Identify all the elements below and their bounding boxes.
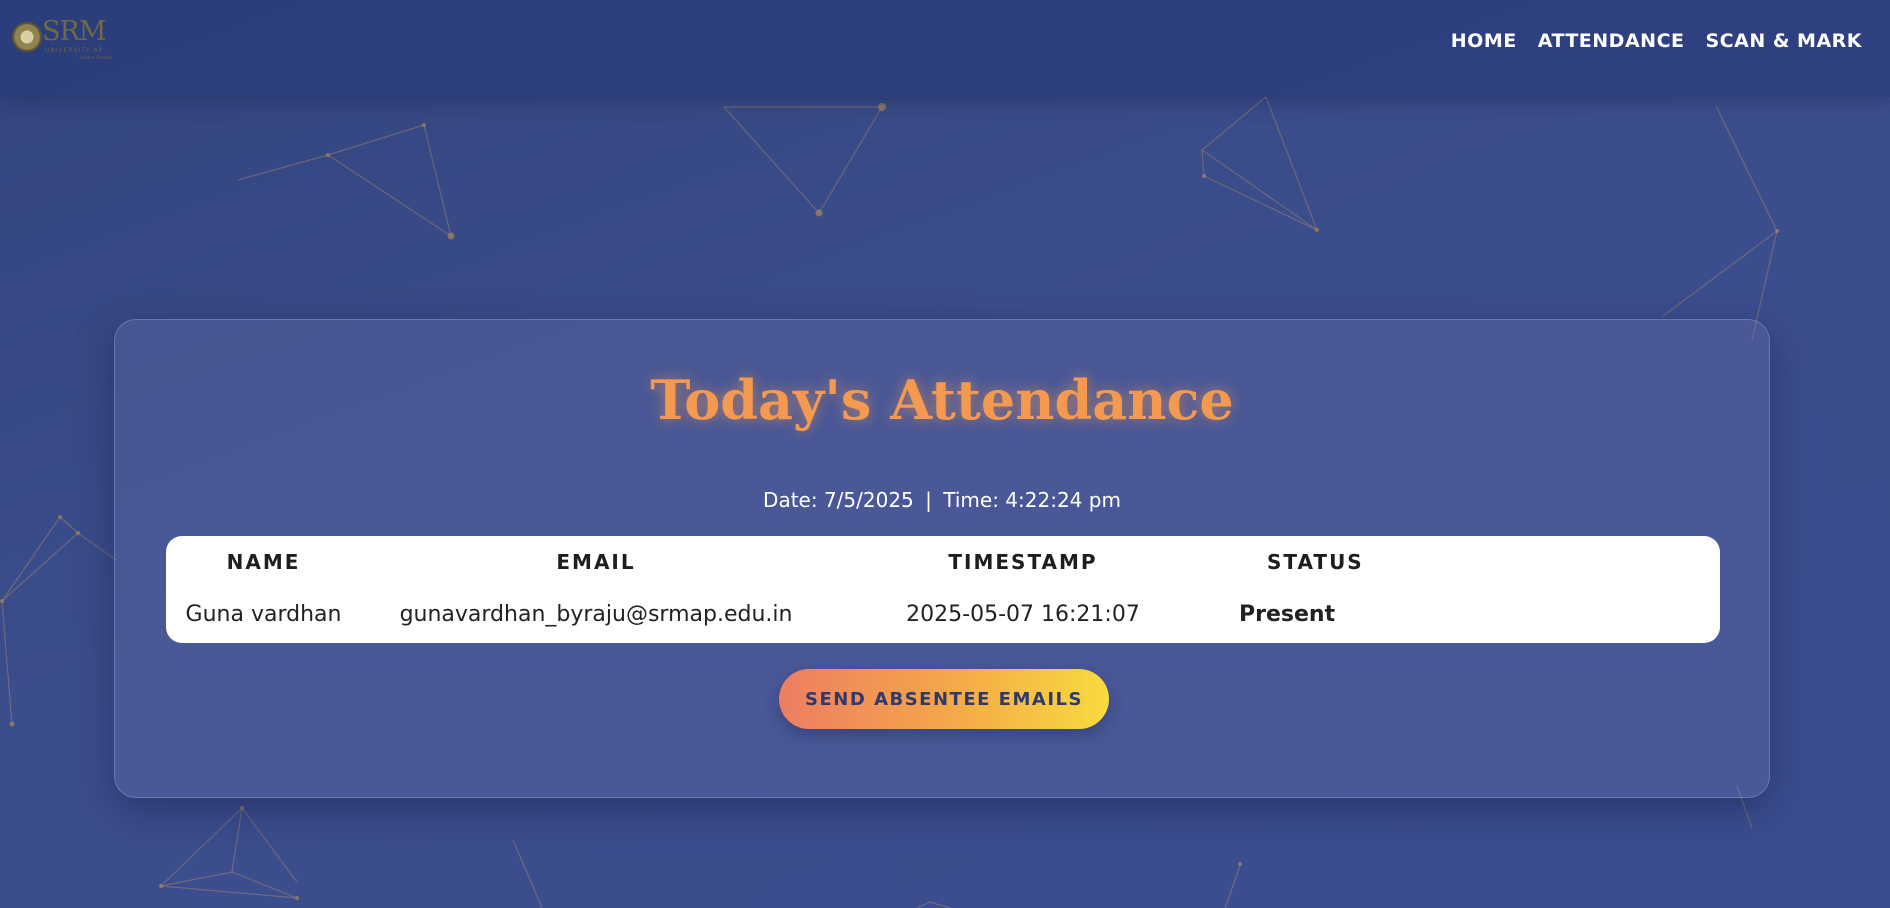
attendance-table-container: NAME EMAIL TIMESTAMP STATUS Guna vardhan… — [166, 536, 1720, 643]
date-label: Date: — [763, 488, 818, 512]
column-header-timestamp: TIMESTAMP — [948, 550, 1098, 574]
attendance-table: NAME EMAIL TIMESTAMP STATUS Guna vardhan… — [166, 536, 1720, 640]
university-seal-icon — [12, 22, 42, 52]
logo-tagline: Andhra Pradesh — [80, 55, 112, 60]
date-time-line: Date: 7/5/2025 | Time: 4:22:24 pm — [115, 488, 1769, 512]
logo-subtitle: UNIVERSITY AP — [45, 47, 104, 54]
time-value: 4:22:24 pm — [1005, 488, 1121, 512]
cell-name: Guna vardhan — [185, 601, 342, 627]
attendance-card: Today's Attendance Date: 7/5/2025 | Time… — [114, 319, 1770, 798]
srm-logo[interactable]: SRM UNIVERSITY AP Andhra Pradesh — [10, 16, 116, 64]
page-title: Today's Attendance — [650, 368, 1234, 432]
cell-email: gunavardhan_byraju@srmap.edu.in — [399, 601, 793, 627]
table-header-row: NAME EMAIL TIMESTAMP STATUS — [166, 536, 1720, 588]
time-label: Time: — [943, 488, 999, 512]
column-header-email: EMAIL — [556, 550, 636, 574]
column-header-status: STATUS — [1267, 550, 1364, 574]
column-header-name: NAME — [226, 550, 301, 574]
date-time-separator: | — [925, 488, 932, 512]
send-absentee-emails-button[interactable]: SEND ABSENTEE EMAILS — [779, 669, 1109, 729]
main-nav: HOME ATTENDANCE SCAN & MARK — [1451, 30, 1862, 52]
nav-home-link[interactable]: HOME — [1451, 30, 1517, 52]
top-navbar: SRM UNIVERSITY AP Andhra Pradesh HOME AT… — [0, 0, 1890, 97]
nav-scan-mark-link[interactable]: SCAN & MARK — [1706, 30, 1863, 52]
cell-timestamp: 2025-05-07 16:21:07 — [906, 601, 1140, 627]
nav-attendance-link[interactable]: ATTENDANCE — [1538, 30, 1685, 52]
logo-wordmark: SRM — [42, 16, 106, 47]
date-value: 7/5/2025 — [823, 488, 914, 512]
table-row: Guna vardhan gunavardhan_byraju@srmap.ed… — [166, 588, 1720, 640]
cell-status: Present — [1239, 601, 1336, 627]
